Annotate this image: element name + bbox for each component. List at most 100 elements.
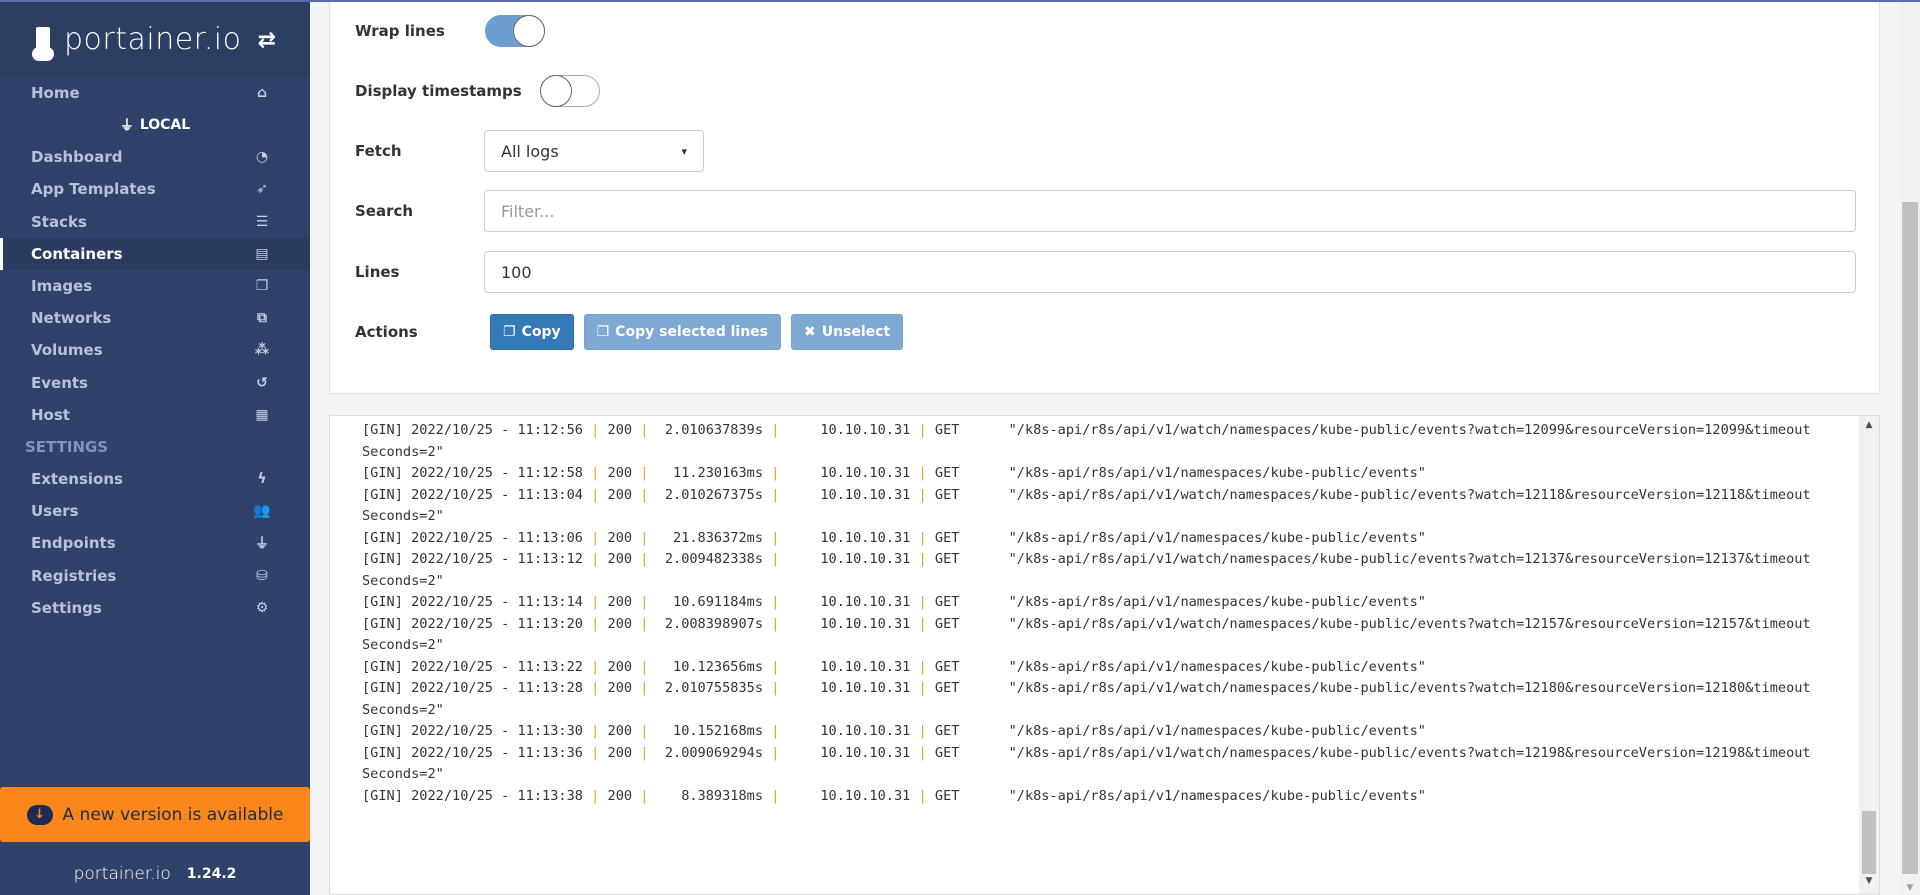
sidebar-item-registries[interactable]: Registries ⛁ bbox=[0, 559, 310, 591]
sidebar-item-networks[interactable]: Networks ⧉ bbox=[0, 302, 310, 334]
log-line[interactable]: [GIN] 2022/10/25 - 11:13:30 | 200 | 10.1… bbox=[362, 721, 1819, 743]
cubes-icon: ⁂ bbox=[254, 342, 270, 359]
log-line[interactable]: [GIN] 2022/10/25 - 11:12:56 | 200 | 2.01… bbox=[362, 420, 1819, 463]
sidebar-footer: portainer.io 1.24.2 bbox=[0, 852, 310, 895]
log-line[interactable]: [GIN] 2022/10/25 - 11:12:58 | 200 | 11.2… bbox=[362, 463, 1819, 485]
sidebar-item-label: Containers bbox=[31, 244, 123, 263]
log-settings-panel: Wrap lines Display timestamps Fetch All … bbox=[329, 2, 1880, 394]
plug-icon: ⏚ bbox=[119, 118, 134, 135]
th-icon: ▦ bbox=[255, 406, 269, 423]
sidebar-item-app-templates[interactable]: App Templates ➶ bbox=[0, 173, 310, 205]
display-timestamps-toggle[interactable] bbox=[540, 75, 600, 107]
exchange-icon[interactable]: ⇄ bbox=[258, 28, 276, 53]
clone-icon: ❐ bbox=[255, 278, 269, 295]
plug-icon: ⏚ bbox=[255, 536, 269, 553]
sidebar-item-label: Home bbox=[31, 84, 80, 103]
copy-button[interactable]: ❐ Copy bbox=[490, 314, 574, 350]
chevron-down-icon: ▾ bbox=[681, 144, 687, 158]
copy-icon: ❐ bbox=[596, 324, 610, 340]
sidebar-item-label: Volumes bbox=[31, 341, 103, 360]
sidebar-item-volumes[interactable]: Volumes ⁂ bbox=[0, 334, 310, 366]
log-line[interactable]: [GIN] 2022/10/25 - 11:13:04 | 200 | 2.01… bbox=[362, 485, 1819, 528]
home-icon: ⌂ bbox=[256, 85, 268, 102]
copy-label: Copy bbox=[521, 324, 561, 340]
toggle-knob bbox=[540, 75, 572, 107]
unselect-button[interactable]: ✖ Unselect bbox=[790, 314, 904, 350]
log-line[interactable]: [GIN] 2022/10/25 - 11:13:38 | 200 | 8.38… bbox=[362, 786, 1819, 808]
scroll-down-icon[interactable]: ▼ bbox=[1900, 883, 1920, 893]
log-line[interactable]: [GIN] 2022/10/25 - 11:13:12 | 200 | 2.00… bbox=[362, 549, 1819, 592]
log-line[interactable]: [GIN] 2022/10/25 - 11:13:36 | 200 | 2.00… bbox=[362, 743, 1819, 786]
log-line[interactable]: [GIN] 2022/10/25 - 11:13:22 | 200 | 10.1… bbox=[362, 657, 1819, 679]
log-line[interactable]: [GIN] 2022/10/25 - 11:13:28 | 200 | 2.01… bbox=[362, 678, 1819, 721]
th-list-icon: ☰ bbox=[255, 213, 269, 230]
sidebar-item-home[interactable]: Home ⌂ bbox=[0, 77, 310, 109]
lines-label: Lines bbox=[355, 263, 400, 281]
sidebar-item-images[interactable]: Images ❐ bbox=[0, 270, 310, 302]
sidebar-item-host[interactable]: Host ▦ bbox=[0, 399, 310, 431]
sidebar-item-users[interactable]: Users 👥 bbox=[0, 495, 310, 527]
crane-logo-icon bbox=[30, 17, 60, 63]
search-input[interactable]: Filter... bbox=[484, 190, 1856, 232]
sidebar-item-extensions[interactable]: Extensions ϟ bbox=[0, 463, 310, 495]
portainer-logo[interactable]: portainer.io bbox=[30, 17, 242, 63]
log-line[interactable]: [GIN] 2022/10/25 - 11:13:20 | 200 | 2.00… bbox=[362, 614, 1819, 657]
sidebar-item-containers[interactable]: Containers ▤ bbox=[0, 237, 310, 270]
sidebar-header: portainer.io ⇄ bbox=[0, 2, 310, 77]
sidebar-item-label: Extensions bbox=[31, 469, 123, 488]
sidebar-item-endpoints[interactable]: Endpoints ⏚ bbox=[0, 527, 310, 559]
page-scrollbar[interactable]: ▼ bbox=[1900, 2, 1920, 895]
wrap-lines-toggle[interactable] bbox=[485, 15, 545, 47]
sidebar-item-label: Endpoints bbox=[31, 534, 116, 553]
sidebar-item-label: Networks bbox=[31, 309, 112, 328]
fetch-label: Fetch bbox=[355, 142, 402, 160]
sidebar-item-events[interactable]: Events ↺ bbox=[0, 367, 310, 399]
sidebar: portainer.io ⇄ Home ⌂ ⏚ LOCAL Dashboard ◔ Ap… bbox=[0, 2, 310, 895]
settings-header: SETTINGS bbox=[25, 437, 109, 456]
scroll-thumb[interactable] bbox=[1902, 202, 1918, 874]
copy-selected-label: Copy selected lines bbox=[615, 324, 768, 340]
log-line[interactable]: [GIN] 2022/10/25 - 11:13:14 | 200 | 10.6… bbox=[362, 592, 1819, 614]
bolt-icon: ϟ bbox=[257, 470, 267, 487]
rocket-icon: ➶ bbox=[256, 181, 268, 198]
scroll-down-icon[interactable]: ▼ bbox=[1859, 876, 1879, 894]
sidebar-item-label: Settings bbox=[31, 598, 102, 617]
sidebar-item-label: Registries bbox=[31, 566, 117, 585]
log-line[interactable]: [GIN] 2022/10/25 - 11:13:06 | 200 | 21.8… bbox=[362, 528, 1819, 550]
sidebar-item-label: Events bbox=[31, 373, 88, 392]
toggle-knob bbox=[513, 15, 545, 47]
brand-text: portainer.io bbox=[64, 22, 242, 57]
endpoint-header: ⏚ LOCAL bbox=[0, 109, 310, 141]
sidebar-item-label: App Templates bbox=[31, 180, 156, 199]
log-lines[interactable]: [GIN] 2022/10/25 - 11:12:56 | 200 | 2.01… bbox=[362, 420, 1819, 807]
scroll-up-icon[interactable]: ▲ bbox=[1859, 420, 1879, 438]
version: 1.24.2 bbox=[186, 865, 237, 882]
fetch-select[interactable]: All logs ▾ bbox=[484, 130, 704, 172]
sidebar-item-dashboard[interactable]: Dashboard ◔ bbox=[0, 141, 310, 173]
lines-input[interactable]: 100 bbox=[484, 251, 1856, 293]
log-viewer[interactable]: [GIN] 2022/10/25 - 11:12:56 | 200 | 2.01… bbox=[329, 415, 1880, 895]
cogs-icon: ⚙ bbox=[255, 599, 269, 616]
wrap-lines-label: Wrap lines bbox=[355, 22, 445, 40]
search-label: Search bbox=[355, 202, 414, 220]
display-timestamps-label: Display timestamps bbox=[355, 82, 522, 100]
sidebar-item-label: Users bbox=[31, 502, 79, 521]
database-icon: ⛁ bbox=[256, 567, 268, 584]
copy-icon: ❐ bbox=[503, 324, 516, 340]
actions-label: Actions bbox=[355, 323, 418, 341]
sidebar-item-settings[interactable]: Settings ⚙ bbox=[0, 592, 310, 624]
sidebar-item-label: Host bbox=[31, 405, 70, 424]
fetch-value: All logs bbox=[501, 141, 559, 161]
log-scrollbar[interactable]: ▲ ▼ bbox=[1859, 416, 1879, 894]
sidebar-item-label: Dashboard bbox=[31, 148, 123, 167]
sitemap-icon: ⧉ bbox=[257, 310, 267, 327]
users-icon: 👥 bbox=[253, 503, 271, 520]
copy-selected-lines-button[interactable]: ❐ Copy selected lines bbox=[583, 314, 781, 350]
endpoint-name: LOCAL bbox=[139, 117, 191, 134]
sidebar-item-stacks[interactable]: Stacks ☰ bbox=[0, 206, 310, 238]
close-icon: ✖ bbox=[803, 324, 816, 340]
footer-logo: portainer.io bbox=[73, 863, 171, 884]
update-banner[interactable]: ↓ A new version is available bbox=[0, 787, 310, 842]
tachometer-icon: ◔ bbox=[255, 149, 269, 166]
scroll-thumb[interactable] bbox=[1862, 811, 1876, 874]
